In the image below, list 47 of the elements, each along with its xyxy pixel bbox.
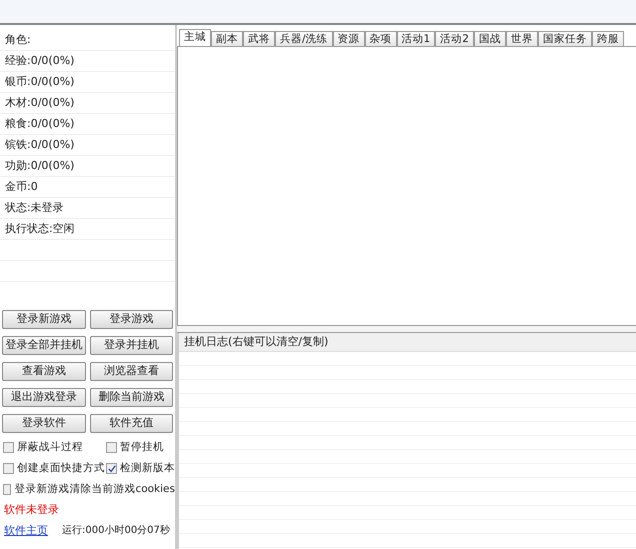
tab[interactable]: 资源: [332, 31, 365, 46]
stat-text: 角色:: [5, 32, 31, 48]
checkbox-label: 暂停挂机: [120, 440, 164, 455]
tab[interactable]: 活动1: [396, 31, 436, 46]
action-button[interactable]: 查看游戏: [2, 362, 86, 381]
tab[interactable]: 兵器/洗练: [275, 31, 333, 46]
action-button[interactable]: 删除当前游戏: [90, 388, 173, 407]
stat-text: 银币:0/0(0%): [5, 74, 74, 90]
log-header: 挂机日志(右键可以清空/复制): [184, 334, 328, 350]
action-button[interactable]: 登录新游戏: [2, 310, 86, 329]
stat-text: 木材:0/0(0%): [5, 94, 74, 111]
stat-text: 功勋:0/0(0%): [5, 158, 74, 174]
tab[interactable]: 主城: [179, 29, 211, 46]
checkbox-label: 登录新游戏清除当前游戏cookies: [14, 482, 175, 497]
tab[interactable]: 杂项: [364, 31, 397, 46]
checkbox[interactable]: [106, 463, 117, 474]
tab[interactable]: 国家任务: [538, 31, 592, 46]
action-button[interactable]: 登录全部并挂机: [2, 336, 86, 355]
checkbox[interactable]: [3, 484, 12, 495]
stat-text: 执行状态:空闲: [5, 220, 75, 237]
stat-text: 金币:0: [5, 178, 38, 195]
tab[interactable]: 国战: [474, 31, 506, 46]
tab[interactable]: 活动2: [435, 31, 474, 46]
tab[interactable]: 跨服: [592, 31, 624, 46]
checkbox[interactable]: [106, 442, 117, 453]
stat-text: 镔铁:0/0(0%): [5, 136, 74, 153]
checkbox-label: 屏蔽战斗过程: [17, 440, 83, 455]
action-button[interactable]: 登录游戏: [90, 310, 173, 329]
splitter-bar[interactable]: [177, 325, 636, 333]
login-status: 软件未登录: [4, 502, 59, 518]
checkbox-label: 检测新版本: [120, 460, 175, 476]
checkbox[interactable]: [3, 463, 14, 474]
action-button[interactable]: 退出游戏登录: [2, 388, 86, 407]
tab[interactable]: 副本: [211, 31, 243, 46]
action-button[interactable]: 登录并挂机: [90, 336, 173, 355]
checkbox[interactable]: [3, 442, 14, 453]
action-button[interactable]: 登录软件: [2, 414, 86, 433]
checkbox-label: 创建桌面快捷方式: [17, 460, 105, 476]
runtime-text: 运行:000小时00分07秒: [62, 524, 170, 538]
action-button[interactable]: 软件充值: [90, 414, 173, 433]
tab[interactable]: 世界: [506, 31, 538, 46]
stat-text: 经验:0/0(0%): [5, 52, 74, 69]
action-button[interactable]: 浏览器查看: [90, 362, 173, 381]
stat-text: 粮食:0/0(0%): [5, 116, 74, 132]
tab[interactable]: 武将: [243, 31, 275, 46]
stat-text: 状态:未登录: [5, 200, 64, 216]
homepage-link[interactable]: 软件主页: [4, 523, 48, 540]
